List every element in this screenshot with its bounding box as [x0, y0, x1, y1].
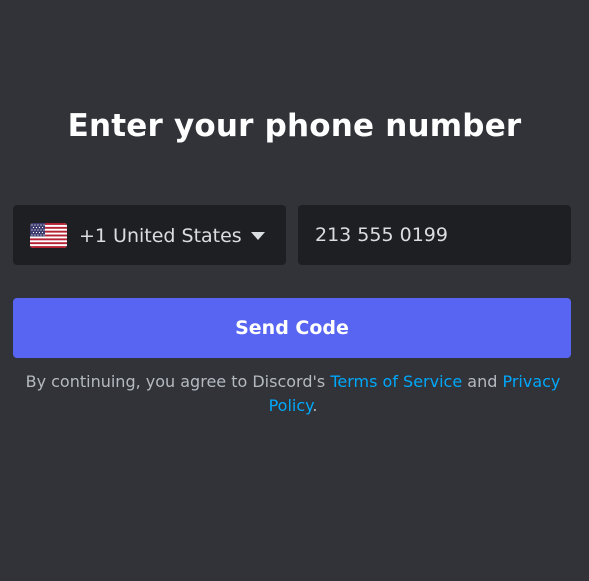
country-code-label: +1 United States — [79, 225, 242, 247]
phone-verification-screen: Enter your phone number +1 United States… — [0, 0, 589, 581]
us-flag-icon — [30, 223, 67, 248]
page-title: Enter your phone number — [67, 108, 522, 144]
legal-suffix: . — [312, 396, 318, 415]
legal-middle: and — [462, 372, 503, 391]
chevron-down-icon — [251, 232, 265, 240]
send-code-button[interactable]: Send Code — [13, 298, 571, 358]
phone-number-input[interactable] — [298, 205, 571, 265]
country-code-select[interactable]: +1 United States — [13, 205, 286, 265]
terms-of-service-link[interactable]: Terms of Service — [330, 372, 462, 391]
legal-prefix: By continuing, you agree to Discord's — [25, 372, 331, 391]
legal-notice: By continuing, you agree to Discord's Te… — [13, 370, 573, 418]
